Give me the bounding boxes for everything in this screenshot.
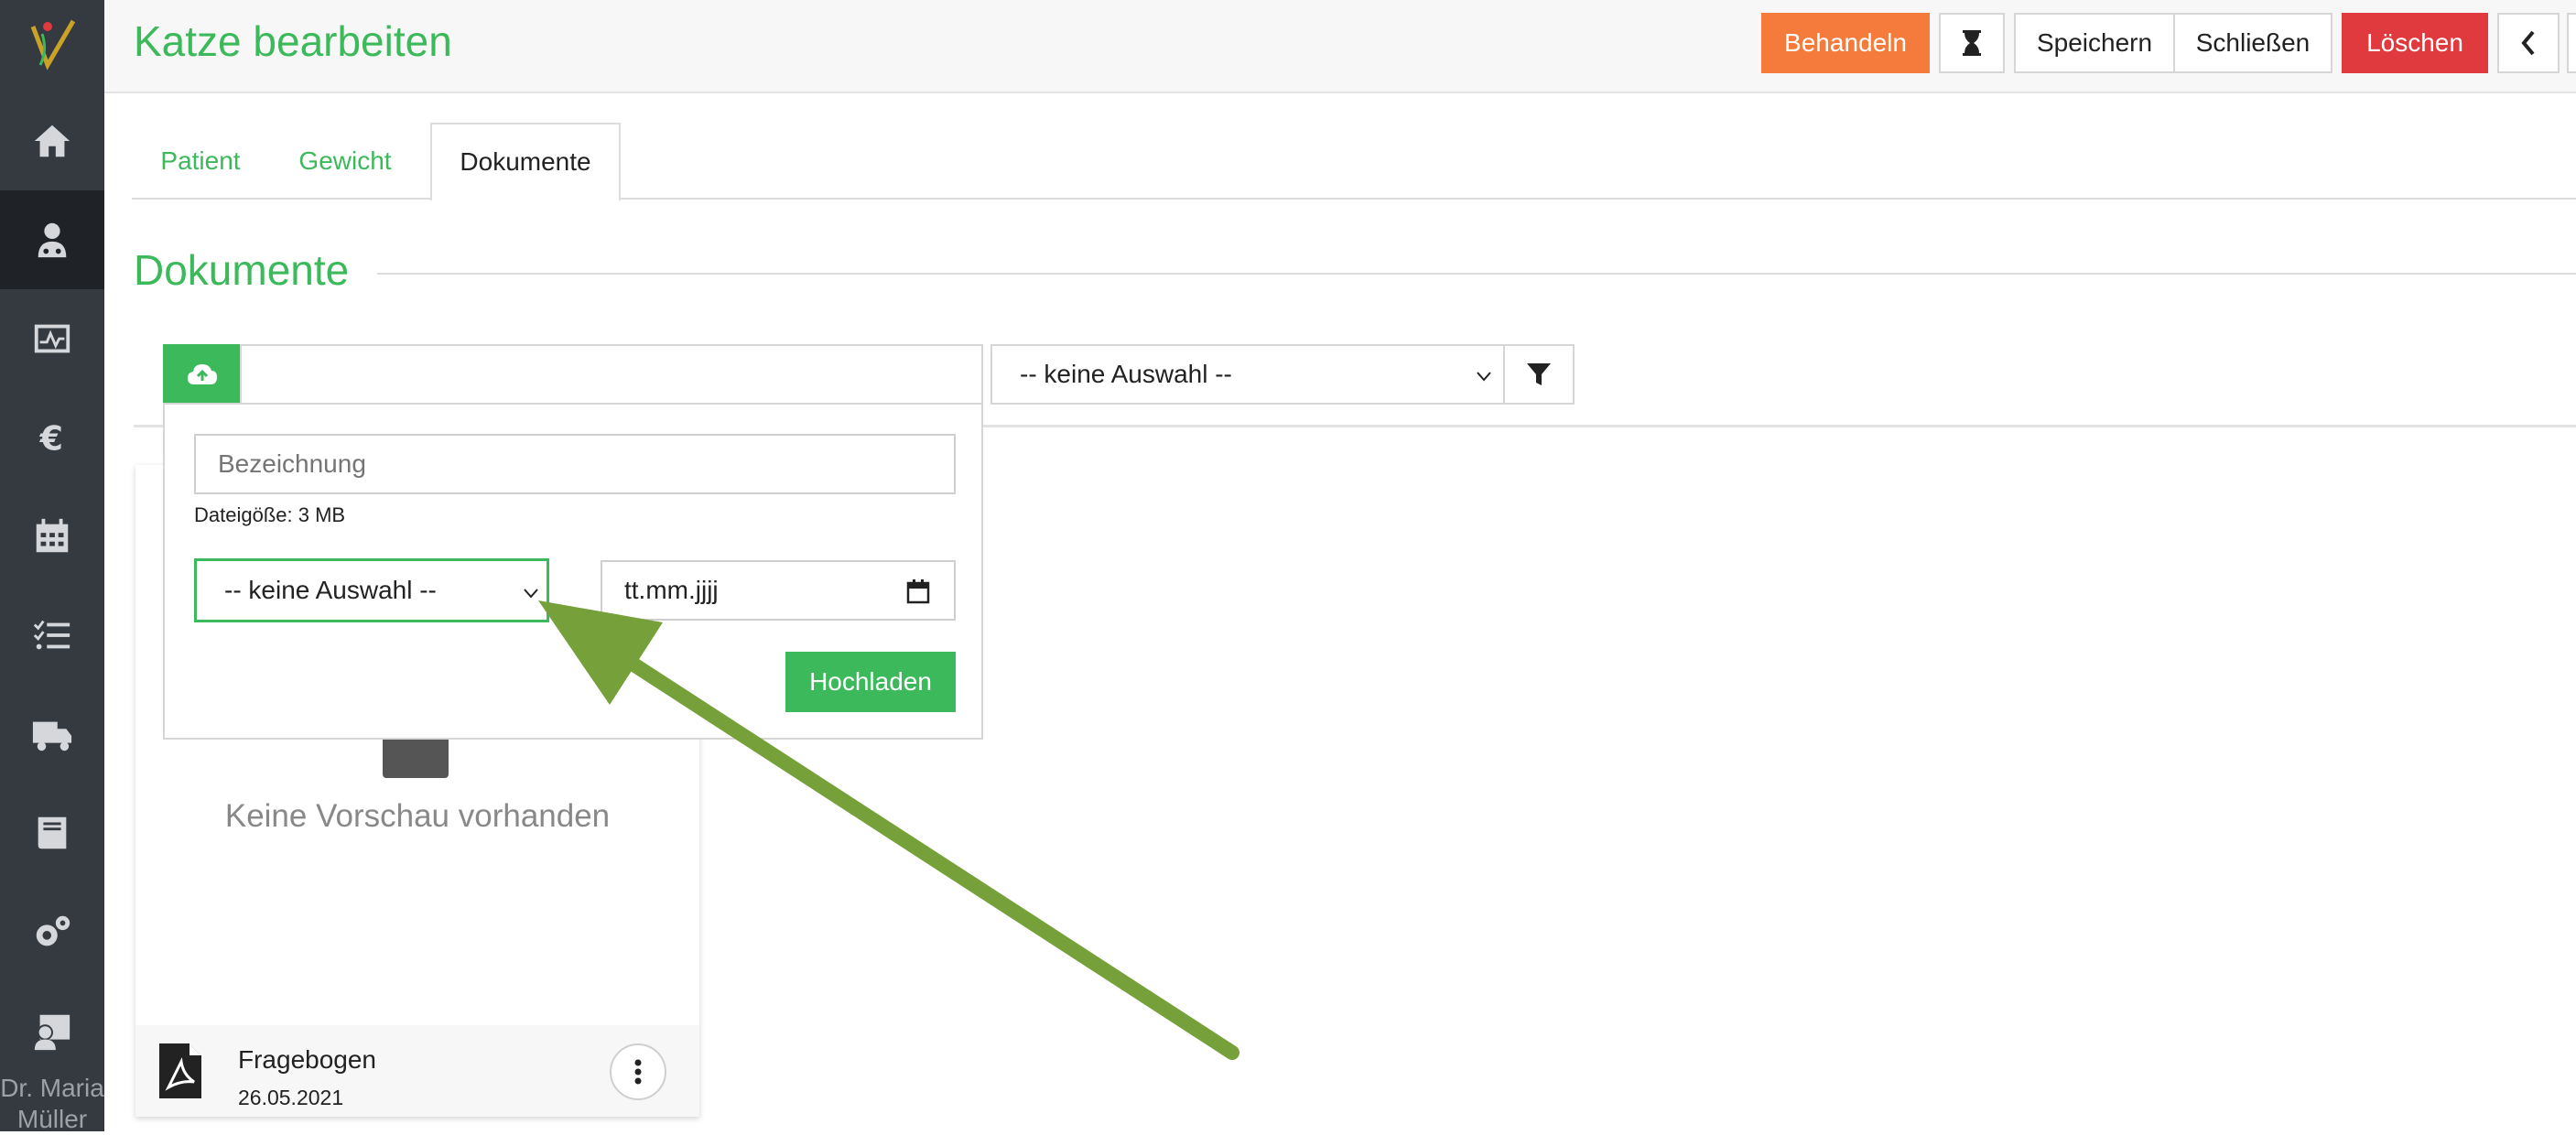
document-name: Fragebogen xyxy=(238,1045,377,1074)
hourglass-button[interactable] xyxy=(1939,13,2005,73)
treat-button[interactable]: Behandeln xyxy=(1761,13,1930,73)
chevron-down-icon xyxy=(524,589,538,599)
file-input[interactable] xyxy=(240,344,983,405)
sidebar-item-book[interactable] xyxy=(0,784,104,882)
upload-toggle-button[interactable] xyxy=(163,344,242,405)
date-input[interactable]: tt.mm.jjjj xyxy=(601,560,956,621)
page-title: Katze bearbeiten xyxy=(134,17,452,65)
more-vertical-icon xyxy=(634,1059,642,1085)
sidebar-item-home[interactable] xyxy=(0,92,104,190)
book-icon xyxy=(38,816,67,849)
filter-icon xyxy=(1527,363,1551,385)
logo-icon xyxy=(30,19,76,70)
truck-icon xyxy=(32,721,72,751)
document-menu-button[interactable] xyxy=(610,1043,666,1100)
date-input-value: tt.mm.jjjj xyxy=(624,576,719,604)
monitor-chart-icon xyxy=(34,324,70,353)
svg-text:€: € xyxy=(39,418,63,458)
app-logo[interactable] xyxy=(0,0,104,92)
sidebar-item-billing[interactable]: € xyxy=(0,388,104,487)
section-title: Dokumente xyxy=(134,246,350,294)
sidebar-item-patients[interactable] xyxy=(0,190,104,289)
category-select-value: -- keine Auswahl -- xyxy=(224,576,437,604)
save-button[interactable]: Speichern xyxy=(2014,13,2175,73)
chevron-left-icon xyxy=(2521,30,2535,56)
sidebar-user-name[interactable]: Dr. Maria Müller xyxy=(0,1073,104,1135)
delete-button[interactable]: Löschen xyxy=(2342,13,2488,73)
pdf-file-icon xyxy=(159,1043,201,1098)
hourglass-icon xyxy=(1963,30,1981,56)
section-divider xyxy=(377,273,2576,275)
document-name-input[interactable] xyxy=(194,434,956,494)
document-date: 26.05.2021 xyxy=(238,1086,344,1109)
tab-bar: Patient Gewicht Dokumente xyxy=(132,123,2576,201)
tab-weight[interactable]: Gewicht xyxy=(269,123,421,200)
top-bar: Katze bearbeiten Behandeln Speichern Sch… xyxy=(104,0,2576,93)
sidebar-item-tasks[interactable] xyxy=(0,586,104,685)
user-card-icon xyxy=(34,1014,70,1051)
filter-button[interactable] xyxy=(1503,344,1575,405)
document-filter-select[interactable]: -- keine Auswahl -- xyxy=(990,344,1505,405)
sidebar-item-calendar[interactable] xyxy=(0,487,104,586)
sidebar-item-settings[interactable] xyxy=(0,882,104,981)
cloud-upload-icon xyxy=(188,364,217,384)
no-preview-text: Keine Vorschau vorhanden xyxy=(224,798,611,834)
sidebar: € Dr. Maria Müller xyxy=(0,0,104,1133)
upload-popup: Dateigöße: 3 MB -- keine Auswahl -- tt.m… xyxy=(163,403,983,740)
previous-button[interactable] xyxy=(2497,13,2560,73)
sidebar-item-users[interactable] xyxy=(0,981,104,1080)
tab-patient[interactable]: Patient xyxy=(132,123,269,200)
euro-icon: € xyxy=(39,418,63,458)
card-footer: Fragebogen 26.05.2021 xyxy=(135,1025,699,1117)
gears-icon xyxy=(36,915,70,946)
next-button[interactable] xyxy=(2567,13,2576,73)
file-size-note: Dateigöße: 3 MB xyxy=(194,503,346,526)
filter-select-value: -- keine Auswahl -- xyxy=(1020,360,1232,388)
home-icon xyxy=(34,124,70,157)
calendar-icon xyxy=(36,518,69,553)
category-select[interactable]: -- keine Auswahl -- xyxy=(194,558,549,622)
sidebar-item-delivery[interactable] xyxy=(0,685,104,784)
calendar-icon[interactable] xyxy=(906,578,930,604)
chevron-down-icon xyxy=(1477,372,1491,382)
upload-submit-button[interactable]: Hochladen xyxy=(785,652,956,712)
sidebar-item-monitor[interactable] xyxy=(0,289,104,388)
tab-documents[interactable]: Dokumente xyxy=(430,123,621,201)
checklist-icon xyxy=(33,620,70,650)
close-button[interactable]: Schließen xyxy=(2173,13,2332,73)
doctor-icon xyxy=(38,222,67,258)
